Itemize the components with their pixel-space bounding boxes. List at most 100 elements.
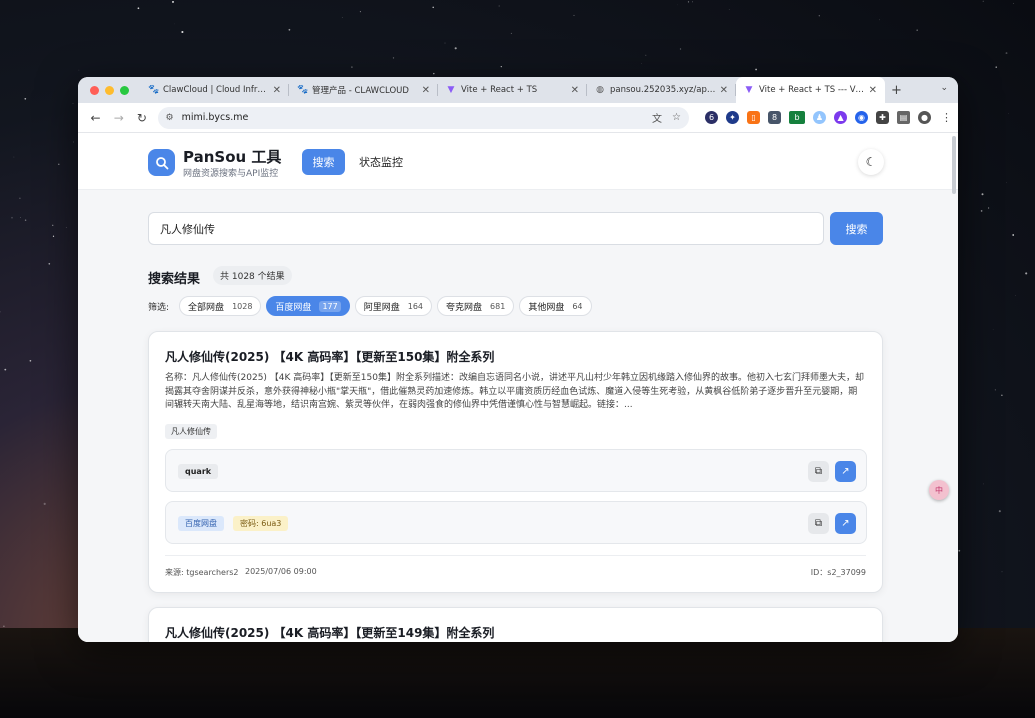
results-count-badge: 共 1028 个结果 [213, 266, 292, 285]
address-bar[interactable]: ⚙ mimi.bycs.me 文 ☆ [157, 106, 690, 129]
result-timestamp: 2025/07/06 09:00 [245, 567, 317, 576]
search-bar: 搜索 [148, 212, 883, 245]
puzzle-extensions-icon[interactable]: ✚ [876, 111, 890, 124]
extension-badge-icon[interactable]: 8 [768, 111, 782, 124]
tab-title: pansou.252035.xyz/api/se... [610, 85, 716, 95]
close-tab-icon[interactable]: ✕ [422, 85, 430, 96]
moon-theme-toggle-icon[interactable]: ☾ [858, 149, 884, 175]
zoom-window-button[interactable] [120, 85, 129, 95]
forward-arrow-icon[interactable]: → [107, 111, 130, 125]
result-card: 凡人修仙传(2025) 【4K 高码率】【更新至149集】附全系列 [148, 607, 883, 642]
filter-chip-count: 1028 [232, 301, 253, 311]
copy-icon[interactable]: ⧉ [808, 461, 829, 482]
vite-icon: ▼ [447, 85, 455, 95]
browser-tab-4[interactable]: ◍ pansou.252035.xyz/api/se... ✕ [587, 77, 736, 103]
extension-icon[interactable]: ▲ [834, 111, 848, 124]
link-row-quark: quark ⧉ ↗ [165, 449, 867, 492]
link-type-badge: quark [178, 464, 219, 479]
filter-chip-count: 164 [407, 301, 424, 311]
filter-chip-aliyun[interactable]: 阿里网盘 164 [354, 296, 433, 316]
filter-chip-quark[interactable]: 夸克网盘 681 [437, 296, 515, 316]
tab-title: ClawCloud | Cloud Infrastr... [163, 85, 269, 95]
tab-title: Vite + React + TS --- Vite... [759, 85, 865, 95]
external-link-icon[interactable]: ↗ [835, 461, 856, 482]
browser-tab-2[interactable]: 🐾 管理产品 - CLAWCLOUD ✕ [289, 77, 438, 103]
filter-chip-count: 681 [490, 301, 506, 311]
extensions-area: 6 ✦ ▯ 8 b ♟ ▲ ◉ ✚ ▤ ● [705, 111, 932, 124]
filter-chip-label: 其他网盘 [528, 302, 565, 313]
filter-label: 筛选: [148, 302, 170, 313]
vite-icon: ▼ [745, 85, 753, 95]
paw-icon: 🐾 [297, 85, 309, 95]
close-tab-icon[interactable]: ✕ [869, 85, 877, 96]
tab-strip: 🐾 ClawCloud | Cloud Infrastr... ✕ 🐾 管理产品… [78, 77, 958, 103]
filter-chip-label: 夸克网盘 [446, 302, 483, 313]
result-tag: 凡人修仙传 [165, 424, 217, 439]
filter-chip-label: 阿里网盘 [363, 302, 400, 313]
browser-menu-icon[interactable]: ⋮ [941, 111, 952, 124]
link-row-baidu: 百度网盘 密码: 6ua3 ⧉ ↗ [165, 501, 867, 544]
brand-title: PanSou 工具 [183, 148, 282, 166]
bookmark-star-icon[interactable]: ☆ [672, 112, 681, 123]
back-arrow-icon[interactable]: ← [84, 111, 107, 125]
result-card: 凡人修仙传(2025) 【4K 高码率】【更新至150集】附全系列 名称：凡人修… [148, 331, 883, 593]
filter-bar: 筛选: 全部网盘 1028 百度网盘 177 阿里网盘 164 夸克网盘 681… [148, 296, 597, 316]
filter-chip-baidu[interactable]: 百度网盘 177 [266, 296, 350, 316]
translate-icon[interactable]: 文 [652, 110, 662, 125]
filter-chip-count: 177 [319, 300, 341, 312]
close-tab-icon[interactable]: ✕ [720, 85, 728, 96]
result-description: 名称：凡人修仙传(2025) 【4K 高码率】【更新至150集】附全系列描述：改… [165, 373, 864, 410]
filter-chip-label: 全部网盘 [188, 302, 225, 313]
result-id: ID：s2_37099 [810, 568, 866, 577]
card-divider [165, 555, 866, 556]
filter-chip-other[interactable]: 其他网盘 64 [519, 296, 592, 316]
close-window-button[interactable] [90, 85, 99, 95]
extension-icon[interactable]: ▯ [747, 111, 761, 124]
browser-tab-3[interactable]: ▼ Vite + React + TS ✕ [438, 77, 587, 103]
copy-icon[interactable]: ⧉ [808, 513, 829, 534]
app-header: PanSou 工具 网盘资源搜索与API监控 搜索 状态监控 ☾ [78, 134, 958, 194]
close-tab-icon[interactable]: ✕ [571, 85, 579, 96]
url-text[interactable]: mimi.bycs.me [182, 112, 642, 123]
search-input[interactable] [148, 212, 824, 245]
tab-title: Vite + React + TS [461, 85, 538, 95]
browser-tab-5-active[interactable]: ▼ Vite + React + TS --- Vite... ✕ [736, 77, 885, 103]
link-type-badge: 百度网盘 [178, 516, 224, 531]
globe-icon: ◍ [596, 85, 604, 95]
browser-tab-1[interactable]: 🐾 ClawCloud | Cloud Infrastr... ✕ [140, 77, 289, 103]
minimize-window-button[interactable] [105, 85, 114, 95]
filter-chip-label: 百度网盘 [275, 302, 312, 313]
filter-chip-all[interactable]: 全部网盘 1028 [179, 296, 262, 316]
extension-icon[interactable]: b [789, 111, 806, 124]
browser-window: 🐾 ClawCloud | Cloud Infrastr... ✕ 🐾 管理产品… [78, 77, 958, 642]
extension-icon[interactable]: ✦ [726, 111, 740, 124]
result-source: 来源: tgsearchers2 [165, 568, 239, 577]
floating-widget-button[interactable]: 中 [929, 480, 949, 500]
brand-subtitle: 网盘资源搜索与API监控 [183, 169, 279, 179]
reload-icon[interactable]: ↻ [130, 111, 153, 125]
close-tab-icon[interactable]: ✕ [273, 85, 281, 96]
browser-toolbar: ← → ↻ ⚙ mimi.bycs.me 文 ☆ 6 ✦ ▯ 8 b ♟ ▲ ◉… [78, 103, 958, 133]
result-title: 凡人修仙传(2025) 【4K 高码率】【更新至150集】附全系列 [165, 350, 495, 364]
results-heading: 搜索结果 [148, 272, 201, 287]
web-page: PanSou 工具 网盘资源搜索与API监控 搜索 状态监控 ☾ 搜索 搜索结果… [78, 134, 958, 642]
filter-chip-count: 64 [572, 301, 583, 311]
search-submit-button[interactable]: 搜索 [830, 212, 883, 245]
profile-avatar-icon[interactable]: ● [918, 111, 932, 124]
nav-status-monitor-link[interactable]: 状态监控 [359, 149, 403, 175]
new-tab-button[interactable]: + [891, 83, 902, 98]
nav-search-button[interactable]: 搜索 [302, 149, 345, 175]
side-panel-icon[interactable]: ▤ [897, 111, 911, 124]
site-info-icon[interactable]: ⚙ [166, 113, 174, 123]
password-badge: 密码: 6ua3 [233, 516, 289, 531]
search-logo-icon [148, 149, 175, 176]
result-title: 凡人修仙传(2025) 【4K 高码率】【更新至149集】附全系列 [165, 626, 495, 640]
tab-title: 管理产品 - CLAWCLOUD [312, 86, 409, 96]
extension-icon[interactable]: ♟ [813, 111, 827, 124]
tab-search-chevron-icon[interactable]: ⌄ [940, 83, 948, 93]
paw-icon: 🐾 [148, 85, 160, 95]
extension-badge-icon[interactable]: 6 [705, 111, 719, 124]
extension-icon[interactable]: ◉ [855, 111, 869, 124]
external-link-icon[interactable]: ↗ [835, 513, 856, 534]
scrollbar-thumb[interactable] [952, 136, 956, 194]
